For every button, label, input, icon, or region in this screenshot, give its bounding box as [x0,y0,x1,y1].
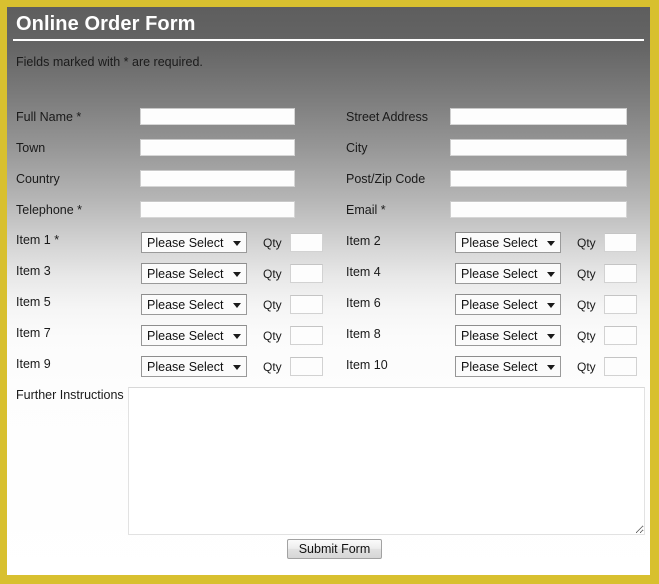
item-5-select[interactable]: Please Select [141,294,247,315]
label-qty-item-7: Qty [263,329,282,343]
label-qty-item-10: Qty [577,360,596,374]
title-divider [13,39,644,41]
item-8-select-value: Please Select [461,328,538,343]
telephone-input[interactable] [140,201,295,218]
label-qty-item-6: Qty [577,298,596,312]
chevron-down-icon [233,269,242,278]
label-item-9: Item 9 [16,357,51,371]
label-qty-item-3: Qty [263,267,282,281]
label-qty-item-8: Qty [577,329,596,343]
item-1-select[interactable]: Please Select [141,232,247,253]
label-qty-item-1: Qty [263,236,282,250]
label-item-2: Item 2 [346,234,381,248]
label-item-1: Item 1 * [16,233,60,247]
chevron-down-icon [547,362,556,371]
label-post-zip-code: Post/Zip Code [346,172,426,186]
instructions-area-wrap [7,381,650,541]
chevron-down-icon [233,362,242,371]
label-town: Town [16,141,46,155]
item-8-qty-input[interactable] [604,326,637,345]
label-item-8: Item 8 [346,327,381,341]
label-telephone: Telephone * [16,203,83,217]
further-instructions-textarea[interactable] [128,387,645,535]
chevron-down-icon [233,300,242,309]
item-7-select[interactable]: Please Select [141,325,247,346]
item-5-qty-input[interactable] [290,295,323,314]
label-email: Email * [346,203,386,217]
street-address-input[interactable] [450,108,627,125]
form-header: Online Order Form [7,7,650,47]
chevron-down-icon [547,269,556,278]
item-2-qty-input[interactable] [604,233,637,252]
item-4-select-value: Please Select [461,266,538,281]
item-1-qty-input[interactable] [290,233,323,252]
label-full-name: Full Name * [16,110,82,124]
label-country: Country [16,172,60,186]
required-fields-note: Fields marked with * are required. [16,55,203,69]
item-6-select[interactable]: Please Select [455,294,561,315]
country-input[interactable] [140,170,295,187]
chevron-down-icon [233,238,242,247]
post-zip-code-input[interactable] [450,170,627,187]
chevron-down-icon [547,300,556,309]
email-input[interactable] [450,201,627,218]
item-3-select[interactable]: Please Select [141,263,247,284]
item-7-qty-input[interactable] [290,326,323,345]
item-10-select[interactable]: Please Select [455,356,561,377]
label-item-3: Item 3 [16,264,51,278]
item-9-qty-input[interactable] [290,357,323,376]
chevron-down-icon [547,331,556,340]
full-name-input[interactable] [140,108,295,125]
item-4-select[interactable]: Please Select [455,263,561,284]
page-title: Online Order Form [16,13,196,35]
item-7-select-value: Please Select [147,328,224,343]
item-2-select-value: Please Select [461,235,538,250]
label-item-5: Item 5 [16,295,51,309]
item-3-qty-input[interactable] [290,264,323,283]
item-6-qty-input[interactable] [604,295,637,314]
item-10-qty-input[interactable] [604,357,637,376]
city-input[interactable] [450,139,627,156]
submit-form-button[interactable]: Submit Form [287,539,382,559]
item-9-select-value: Please Select [147,359,224,374]
label-qty-item-5: Qty [263,298,282,312]
label-qty-item-4: Qty [577,267,596,281]
item-8-select[interactable]: Please Select [455,325,561,346]
form-page: Online Order Form Fields marked with * a… [7,7,650,575]
label-qty-item-2: Qty [577,236,596,250]
item-6-select-value: Please Select [461,297,538,312]
label-item-10: Item 10 [346,358,388,372]
item-9-select[interactable]: Please Select [141,356,247,377]
label-item-4: Item 4 [346,265,381,279]
item-5-select-value: Please Select [147,297,224,312]
item-4-qty-input[interactable] [604,264,637,283]
town-input[interactable] [140,139,295,156]
order-form-window: Online Order Form Fields marked with * a… [0,0,659,584]
label-street-address: Street Address [346,110,428,124]
item-10-select-value: Please Select [461,359,538,374]
item-1-select-value: Please Select [147,235,224,250]
label-city: City [346,141,368,155]
chevron-down-icon [233,331,242,340]
item-2-select[interactable]: Please Select [455,232,561,253]
label-item-7: Item 7 [16,326,51,340]
item-3-select-value: Please Select [147,266,224,281]
label-item-6: Item 6 [346,296,381,310]
label-qty-item-9: Qty [263,360,282,374]
chevron-down-icon [547,238,556,247]
